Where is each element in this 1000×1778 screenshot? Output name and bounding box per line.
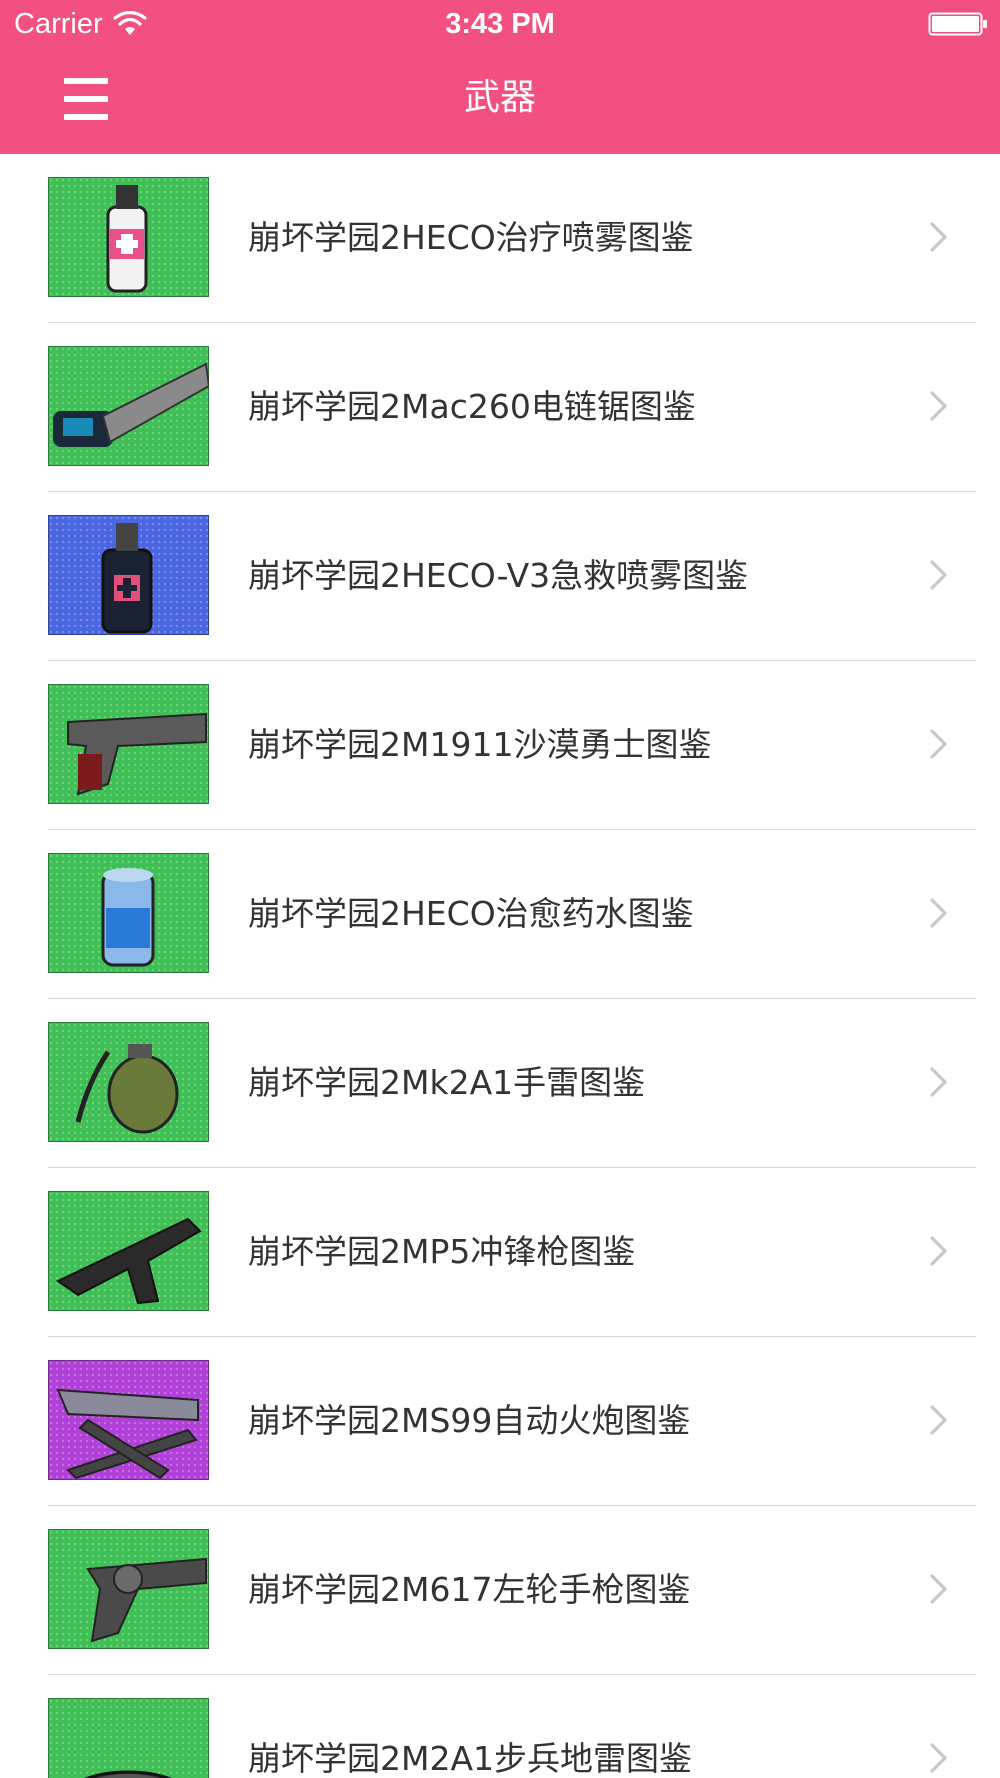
- list-item[interactable]: 崩坏学园2MP5冲锋枪图鉴: [0, 1168, 1000, 1337]
- list-item-title: 崩坏学园2HECO治疗喷雾图鉴: [248, 218, 694, 257]
- list-item[interactable]: 崩坏学园2HECO-V3急救喷雾图鉴: [0, 492, 1000, 661]
- list-item-title: 崩坏学园2HECO-V3急救喷雾图鉴: [248, 556, 749, 595]
- pistol-thumbnail: [48, 684, 209, 804]
- chevron-right-icon: [930, 560, 947, 590]
- list-item-title: 崩坏学园2Mk2A1手雷图鉴: [248, 1063, 646, 1102]
- list-item-title: 崩坏学园2MS99自动火炮图鉴: [248, 1401, 691, 1440]
- submachine-gun-thumbnail: [48, 1191, 209, 1311]
- weapon-list: 崩坏学园2HECO治疗喷雾图鉴 崩坏学园2Mac260电链锯图鉴 崩坏学园2HECO…: [0, 154, 1000, 1778]
- potion-can-thumbnail: [48, 853, 209, 973]
- list-item[interactable]: 崩坏学园2M617左轮手枪图鉴: [0, 1506, 1000, 1675]
- status-time: 3:43 PM: [445, 8, 555, 40]
- list-item[interactable]: 崩坏学园2HECO治疗喷雾图鉴: [0, 154, 1000, 323]
- revolver-thumbnail: [48, 1529, 209, 1649]
- chevron-right-icon: [930, 1574, 947, 1604]
- chevron-right-icon: [930, 1236, 947, 1266]
- chevron-right-icon: [930, 1743, 947, 1773]
- list-item[interactable]: 崩坏学园2Mk2A1手雷图鉴: [0, 999, 1000, 1168]
- list-item[interactable]: 崩坏学园2MS99自动火炮图鉴: [0, 1337, 1000, 1506]
- list-item-title: 崩坏学园2M2A1步兵地雷图鉴: [248, 1739, 693, 1778]
- list-item-title: 崩坏学园2Mac260电链锯图鉴: [248, 387, 696, 426]
- page-title: 武器: [463, 77, 536, 118]
- battery-icon: [928, 12, 987, 36]
- chevron-right-icon: [930, 1067, 947, 1097]
- list-item[interactable]: 崩坏学园2Mac260电链锯图鉴: [0, 323, 1000, 492]
- list-item[interactable]: 崩坏学园2M2A1步兵地雷图鉴: [0, 1675, 1000, 1778]
- chevron-right-icon: [930, 898, 947, 928]
- list-item-title: 崩坏学园2MP5冲锋枪图鉴: [248, 1232, 636, 1271]
- status-bar: Carrier 3:43 PM: [0, 0, 1000, 46]
- list-item[interactable]: 崩坏学园2HECO治愈药水图鉴: [0, 830, 1000, 999]
- grenade-thumbnail: [48, 1022, 209, 1142]
- spray-bottle-blue-thumbnail: [48, 515, 209, 635]
- chevron-right-icon: [930, 222, 947, 252]
- list-item-title: 崩坏学园2HECO治愈药水图鉴: [248, 894, 694, 933]
- list-item-title: 崩坏学园2M1911沙漠勇士图鉴: [248, 725, 712, 764]
- list-item-title: 崩坏学园2M617左轮手枪图鉴: [248, 1570, 691, 1609]
- chevron-right-icon: [930, 729, 947, 759]
- list-item[interactable]: 崩坏学园2M1911沙漠勇士图鉴: [0, 661, 1000, 830]
- chainsaw-thumbnail: [48, 346, 209, 466]
- landmine-thumbnail: [48, 1698, 209, 1778]
- spray-bottle-pink-thumbnail: [48, 177, 209, 297]
- navigation-bar: 武器: [0, 46, 1000, 154]
- autocannon-thumbnail: [48, 1360, 209, 1480]
- chevron-right-icon: [930, 1405, 947, 1435]
- chevron-right-icon: [930, 391, 947, 421]
